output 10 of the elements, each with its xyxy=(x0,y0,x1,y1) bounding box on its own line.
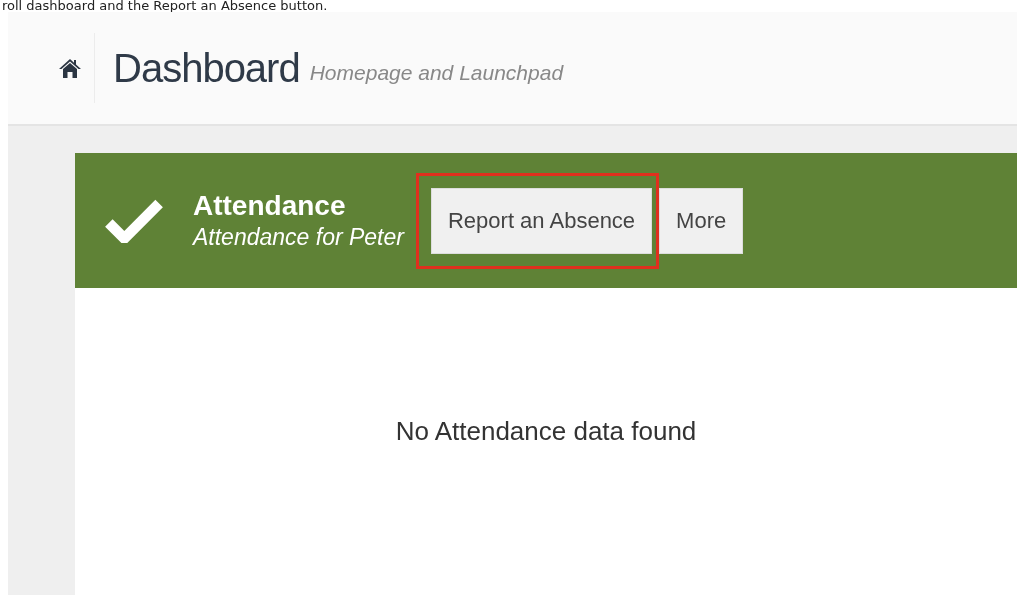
card-title: Attendance xyxy=(193,190,347,222)
page-subtitle: Homepage and Launchpad xyxy=(309,61,564,85)
home-icon[interactable] xyxy=(58,58,82,78)
page-title: Dashboard xyxy=(113,45,300,91)
card-button[interactable]: More xyxy=(659,187,744,254)
checkmark-icon xyxy=(105,198,163,243)
card-subtitle: Attendance for Peter xyxy=(193,224,404,251)
card-button[interactable]: Report an Absence xyxy=(430,187,653,254)
caption-text: roll dashboard and the Report an Absence button. xyxy=(1,0,329,12)
empty-message: No Attendance data found xyxy=(395,416,697,448)
